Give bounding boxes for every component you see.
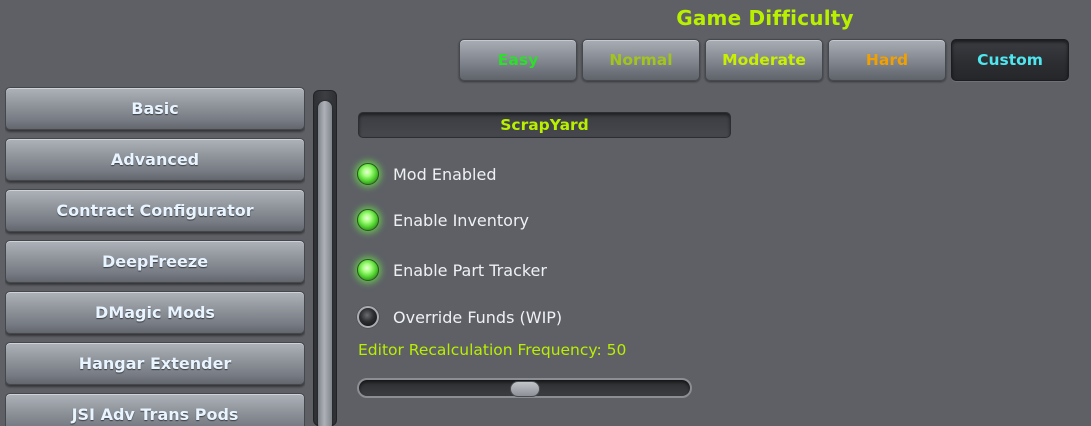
toggle-led-icon bbox=[357, 163, 379, 185]
toggle-label: Override Funds (WIP) bbox=[393, 307, 563, 327]
mod-enabled-toggle[interactable]: Mod Enabled bbox=[357, 160, 497, 188]
section-title: ScrapYard bbox=[358, 112, 731, 138]
override-funds-toggle[interactable]: Override Funds (WIP) bbox=[357, 303, 562, 331]
sidebar-item-basic[interactable]: Basic bbox=[5, 87, 305, 130]
toggle-led-icon bbox=[357, 259, 379, 281]
toggle-label: Mod Enabled bbox=[393, 164, 497, 184]
enable-inventory-toggle[interactable]: Enable Inventory bbox=[357, 206, 529, 234]
sidebar-scrollbar-thumb[interactable] bbox=[318, 101, 332, 426]
slider-handle[interactable] bbox=[509, 381, 540, 397]
sidebar-scrollbar[interactable] bbox=[313, 90, 337, 426]
toggle-label: Enable Inventory bbox=[393, 210, 530, 230]
sidebar-item-contract-configurator[interactable]: Contract Configurator bbox=[5, 189, 305, 232]
difficulty-normal-button[interactable]: Normal bbox=[582, 39, 700, 81]
sidebar-item-deepfreeze[interactable]: DeepFreeze bbox=[5, 240, 305, 283]
toggle-led-icon bbox=[357, 209, 379, 231]
recalc-frequency-slider[interactable] bbox=[357, 378, 692, 398]
difficulty-title: Game Difficulty bbox=[676, 6, 854, 30]
toggle-led-icon bbox=[357, 306, 379, 328]
toggle-label: Enable Part Tracker bbox=[393, 260, 547, 280]
mod-category-list: Basic Advanced Contract Configurator Dee… bbox=[5, 87, 305, 426]
difficulty-moderate-button[interactable]: Moderate bbox=[705, 39, 823, 81]
sidebar-item-hangar-extender[interactable]: Hangar Extender bbox=[5, 342, 305, 385]
sidebar-item-dmagic-mods[interactable]: DMagic Mods bbox=[5, 291, 305, 334]
recalc-frequency-label: Editor Recalculation Frequency: 50 bbox=[358, 341, 627, 359]
difficulty-custom-button[interactable]: Custom bbox=[951, 39, 1069, 81]
difficulty-easy-button[interactable]: Easy bbox=[459, 39, 577, 81]
sidebar-item-advanced[interactable]: Advanced bbox=[5, 138, 305, 181]
difficulty-hard-button[interactable]: Hard bbox=[828, 39, 946, 81]
enable-part-tracker-toggle[interactable]: Enable Part Tracker bbox=[357, 256, 547, 284]
settings-window: Game Difficulty Easy Normal Moderate Har… bbox=[0, 0, 1091, 426]
sidebar-item-jsi-adv-trans-pods[interactable]: JSI Adv Trans Pods bbox=[5, 393, 305, 426]
